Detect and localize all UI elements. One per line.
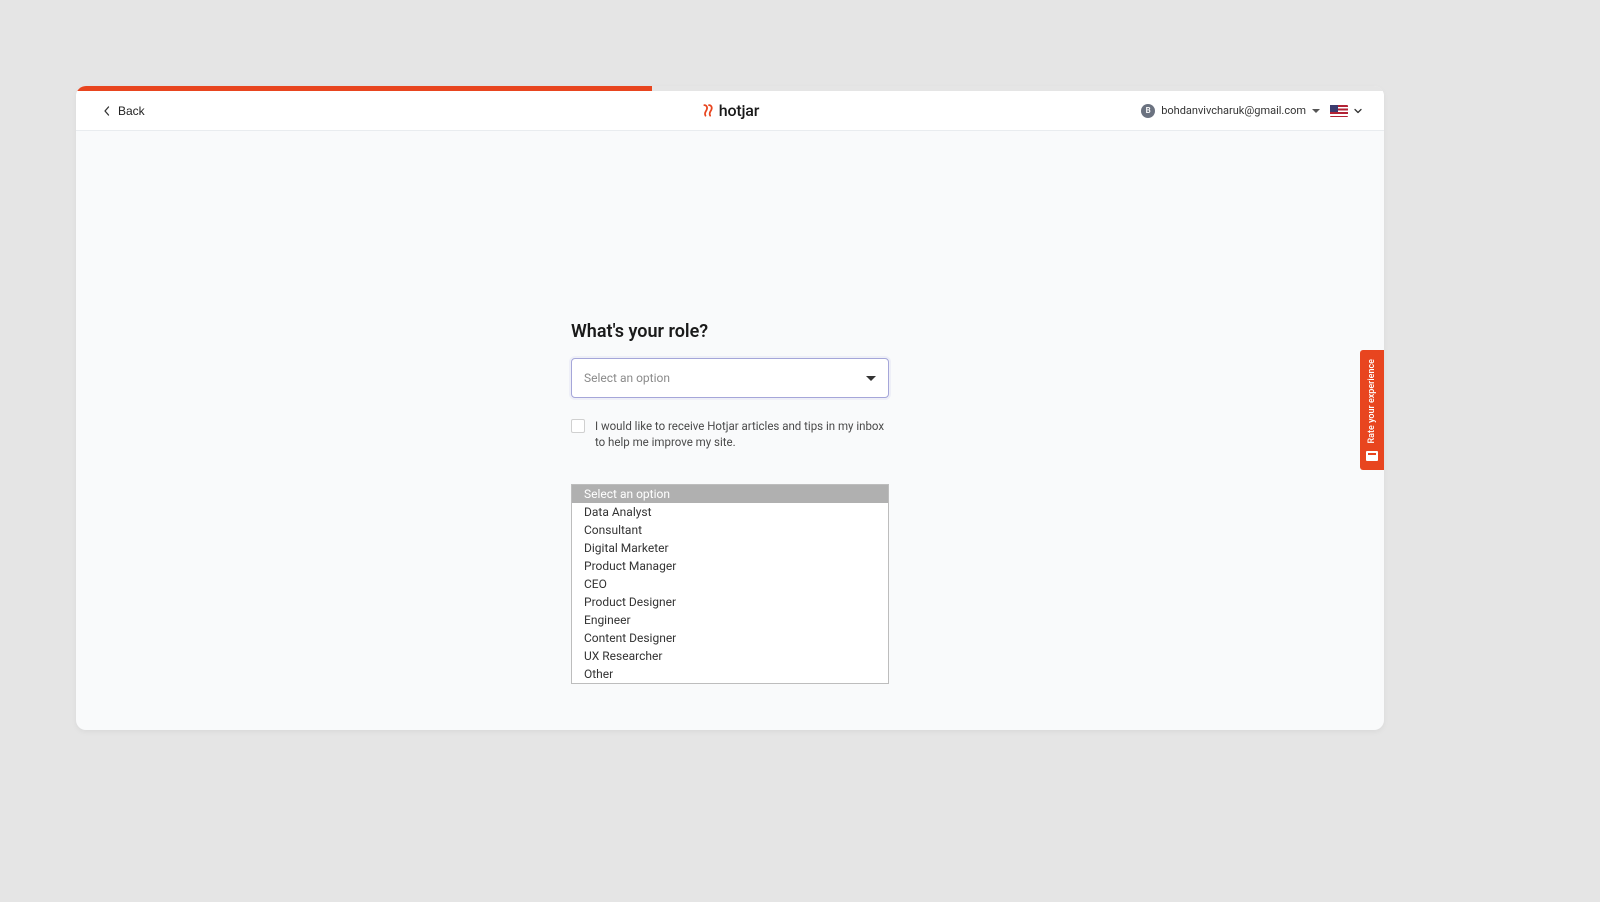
logo: hotjar [701, 101, 759, 120]
role-option-product-designer[interactable]: Product Designer [572, 593, 888, 611]
newsletter-checkbox[interactable] [571, 419, 585, 433]
role-option-other[interactable]: Other [572, 665, 888, 683]
back-label: Back [118, 104, 145, 118]
chevron-down-icon [1352, 105, 1364, 117]
role-form: What's your role? Select an option I wou… [571, 321, 889, 730]
feedback-icon [1366, 451, 1378, 461]
question-heading: What's your role? [571, 321, 889, 342]
role-option-content-designer[interactable]: Content Designer [572, 629, 888, 647]
role-option-placeholder[interactable]: Select an option [572, 485, 888, 503]
feedback-label: Rate your experience [1367, 359, 1377, 444]
hotjar-logo-icon [701, 104, 715, 118]
logo-text: hotjar [719, 101, 759, 120]
us-flag-icon [1330, 105, 1348, 117]
select-placeholder: Select an option [584, 371, 670, 385]
topbar: Back hotjar B bohdanvivcharuk@gmail.com [76, 91, 1384, 131]
user-menu[interactable]: B bohdanvivcharuk@gmail.com [1141, 104, 1320, 118]
role-option-ceo[interactable]: CEO [572, 575, 888, 593]
role-option-ux-researcher[interactable]: UX Researcher [572, 647, 888, 665]
language-selector[interactable] [1330, 105, 1364, 117]
topbar-right: B bohdanvivcharuk@gmail.com [1141, 104, 1364, 118]
feedback-tab[interactable]: Rate your experience [1360, 350, 1384, 470]
caret-down-icon [866, 376, 876, 381]
newsletter-checkbox-row: I would like to receive Hotjar articles … [571, 418, 889, 450]
role-option-product-manager[interactable]: Product Manager [572, 557, 888, 575]
content-area: What's your role? Select an option I wou… [76, 131, 1384, 730]
role-option-digital-marketer[interactable]: Digital Marketer [572, 539, 888, 557]
newsletter-label: I would like to receive Hotjar articles … [595, 418, 889, 450]
role-dropdown-list: Select an option Data Analyst Consultant… [571, 484, 889, 684]
caret-down-icon [1312, 109, 1320, 113]
chevron-left-icon [102, 106, 112, 116]
role-option-engineer[interactable]: Engineer [572, 611, 888, 629]
role-select[interactable]: Select an option [571, 358, 889, 398]
back-button[interactable]: Back [96, 100, 151, 122]
avatar: B [1141, 104, 1155, 118]
role-option-consultant[interactable]: Consultant [572, 521, 888, 539]
role-option-data-analyst[interactable]: Data Analyst [572, 503, 888, 521]
app-window: Back hotjar B bohdanvivcharuk@gmail.com [76, 86, 1384, 730]
user-email: bohdanvivcharuk@gmail.com [1161, 104, 1306, 117]
